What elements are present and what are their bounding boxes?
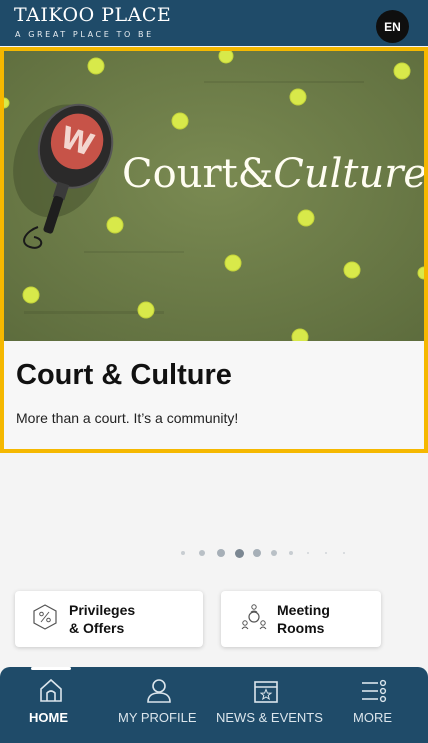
home-icon bbox=[38, 677, 64, 707]
meeting-rooms-button[interactable]: Meeting Rooms bbox=[221, 591, 381, 647]
carousel-dot[interactable] bbox=[343, 552, 345, 554]
nav-label-more: MORE bbox=[353, 710, 392, 725]
meeting-people-icon bbox=[241, 603, 267, 635]
percent-tag-icon bbox=[31, 603, 59, 635]
meeting-rooms-label: Meeting Rooms bbox=[277, 601, 330, 636]
nav-item-news-events[interactable]: NEWS & EVENTS bbox=[214, 667, 323, 743]
carousel-dot[interactable] bbox=[271, 550, 277, 556]
nav-label-home: HOME bbox=[29, 710, 68, 725]
brand-tagline: A GREAT PLACE TO BE bbox=[15, 30, 154, 39]
nav-item-more[interactable]: MORE bbox=[340, 667, 410, 743]
svg-text:Court&Culture.: Court&Culture. bbox=[122, 151, 424, 197]
nav-label-news-events: NEWS & EVENTS bbox=[216, 710, 323, 725]
bottom-navigation: HOME MY PROFILE NEWS & EVENTS MORE bbox=[0, 667, 428, 743]
nav-label-profile: MY PROFILE bbox=[118, 710, 197, 725]
menu-more-icon bbox=[360, 677, 388, 709]
carousel-dot[interactable] bbox=[235, 548, 244, 558]
privileges-label-line2: & Offers bbox=[69, 620, 125, 636]
carousel-dot[interactable] bbox=[307, 552, 309, 554]
carousel-dot[interactable] bbox=[217, 549, 225, 557]
carousel-dot[interactable] bbox=[289, 551, 293, 555]
featured-image: W Court&Culture. bbox=[4, 51, 424, 341]
carousel-pagination bbox=[181, 548, 361, 558]
image-headline-primary: Court& bbox=[122, 151, 273, 197]
calendar-star-icon bbox=[252, 677, 280, 709]
featured-subtitle: More than a court. It’s a community! bbox=[16, 410, 239, 426]
app-header: TAIKOO PLACE A GREAT PLACE TO BE EN bbox=[0, 0, 428, 46]
image-headline-italic: Culture bbox=[273, 151, 424, 197]
featured-card[interactable]: W Court&Culture. Court & Culture More th… bbox=[0, 47, 428, 453]
language-button[interactable]: EN bbox=[376, 10, 409, 43]
carousel-dot[interactable] bbox=[181, 551, 185, 555]
featured-title: Court & Culture bbox=[16, 359, 232, 391]
nav-item-home[interactable]: HOME bbox=[14, 667, 86, 743]
carousel-dot[interactable] bbox=[199, 550, 205, 556]
court-and-racket-illustration: W Court&Culture. bbox=[4, 51, 424, 341]
brand-logo-title: TAIKOO PLACE bbox=[14, 4, 172, 26]
profile-icon bbox=[146, 677, 172, 709]
carousel-dot[interactable] bbox=[253, 549, 261, 557]
carousel-dot[interactable] bbox=[325, 552, 327, 554]
nav-item-profile[interactable]: MY PROFILE bbox=[112, 667, 208, 743]
privileges-label-line1: Privileges bbox=[69, 601, 136, 618]
privileges-offers-button[interactable]: Privileges & Offers bbox=[15, 591, 203, 647]
